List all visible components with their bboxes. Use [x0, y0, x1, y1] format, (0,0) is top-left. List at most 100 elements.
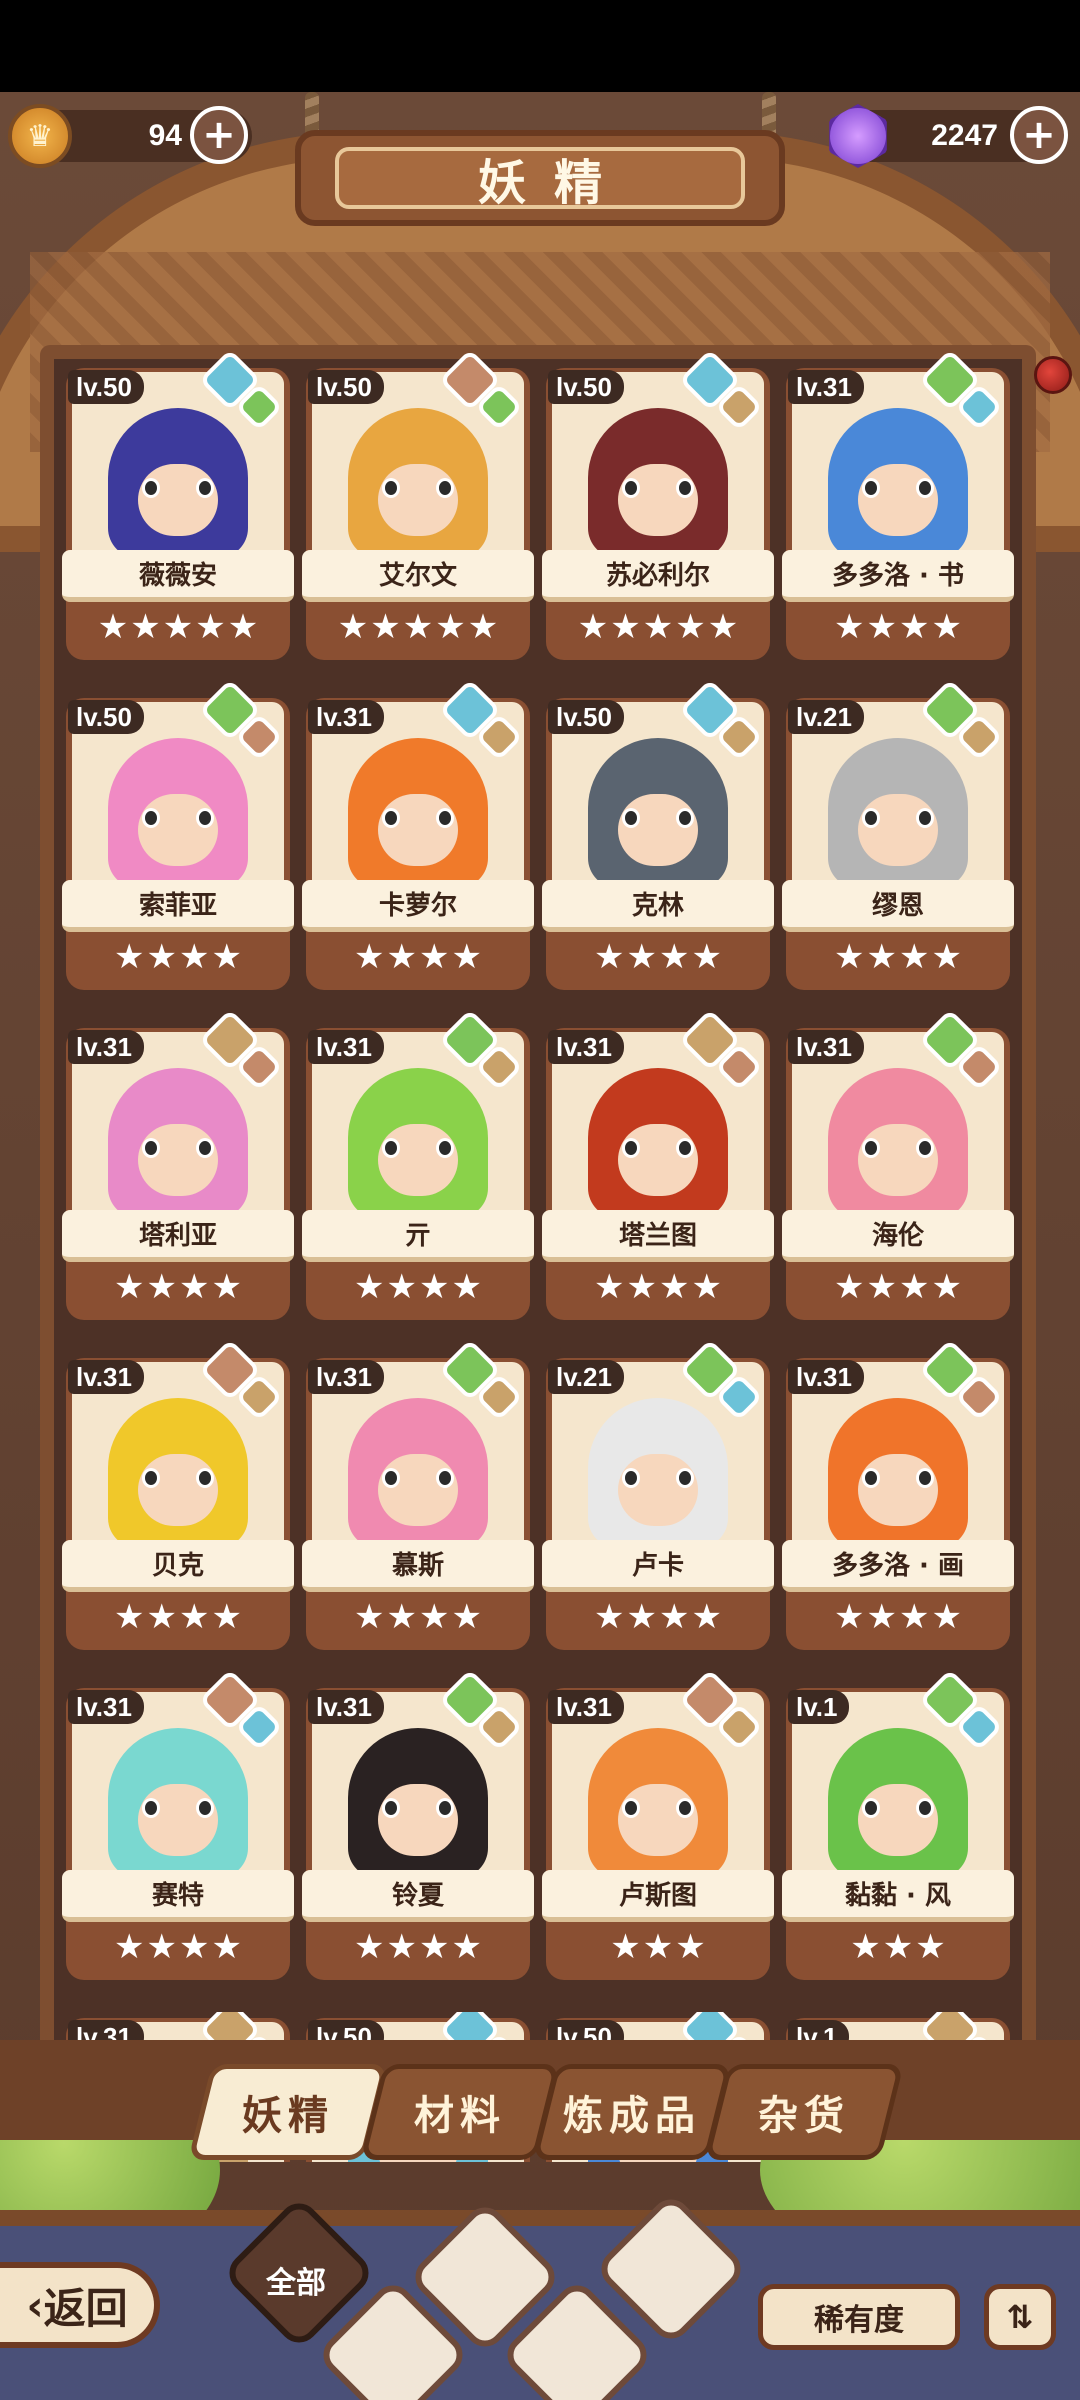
fairy-name: 亓	[302, 1210, 534, 1262]
fairy-face	[378, 1454, 458, 1526]
level-badge: lv.21	[548, 1360, 624, 1394]
level-badge: lv.31	[68, 1690, 144, 1724]
star-icon: ★	[97, 607, 129, 647]
title-sign: 妖精	[295, 130, 785, 226]
fairy-card[interactable]: lv.31 多多洛 · 书 ★ ★ ★ ★	[782, 348, 1014, 662]
fairy-name: 薇薇安	[62, 550, 294, 602]
star-icon: ★	[402, 607, 434, 647]
fairy-name: 赛特	[62, 1870, 294, 1922]
star-icon: ★	[899, 1267, 930, 1307]
fairy-face	[138, 1454, 218, 1526]
star-icon: ★	[594, 1267, 625, 1307]
star-icon: ★	[834, 1267, 865, 1307]
tab-materials-label: 材料	[414, 2093, 506, 2139]
star-rating: ★ ★ ★ ★	[796, 606, 1000, 648]
star-icon: ★	[931, 607, 962, 647]
add-gem-button[interactable]: +	[1010, 106, 1068, 164]
fairy-card[interactable]: lv.50 薇薇安 ★ ★ ★ ★ ★	[62, 348, 294, 662]
star-icon: ★	[146, 1597, 177, 1637]
star-icon: ★	[419, 1927, 450, 1967]
sort-order-icon[interactable]: ⇅	[984, 2284, 1056, 2350]
star-rating: ★ ★ ★ ★	[76, 1926, 280, 1968]
fairy-portrait	[828, 1728, 968, 1878]
fairy-card[interactable]: lv.21 缪恩 ★ ★ ★ ★	[782, 678, 1014, 992]
rarity-sort-button[interactable]: 稀有度	[758, 2284, 960, 2350]
star-rating: ★ ★ ★ ★	[316, 1926, 520, 1968]
tab-fairy[interactable]: 妖精	[188, 2064, 388, 2160]
fairy-card[interactable]: lv.50 克林 ★ ★ ★ ★	[542, 678, 774, 992]
level-badge: lv.50	[548, 700, 624, 734]
level-badge: lv.31	[308, 700, 384, 734]
add-coin-button[interactable]: +	[190, 106, 248, 164]
fairy-card[interactable]: lv.1 黏黏 · 风 ★ ★ ★	[782, 1668, 1014, 1982]
tab-materials[interactable]: 材料	[360, 2064, 560, 2160]
fairy-eyes	[382, 1138, 454, 1158]
fairy-card[interactable]: lv.31 贝克 ★ ★ ★ ★	[62, 1338, 294, 1652]
star-icon: ★	[707, 607, 739, 647]
star-rating: ★ ★ ★ ★	[796, 1596, 1000, 1638]
fairy-card[interactable]: lv.21 卢卡 ★ ★ ★ ★	[542, 1338, 774, 1652]
fairy-card[interactable]: lv.50 苏必利尔 ★ ★ ★ ★ ★	[542, 348, 774, 662]
star-icon: ★	[419, 1267, 450, 1307]
fairy-card[interactable]: lv.31 慕斯 ★ ★ ★ ★	[302, 1338, 534, 1652]
star-icon: ★	[610, 607, 641, 647]
fairy-name: 慕斯	[302, 1540, 534, 1592]
star-rating: ★ ★ ★ ★	[796, 1266, 1000, 1308]
fairy-eyes	[622, 808, 694, 828]
fairy-eyes	[142, 1798, 214, 1818]
star-icon: ★	[146, 1927, 177, 1967]
fairy-face	[858, 1124, 938, 1196]
fairy-card[interactable]: lv.50 艾尔文 ★ ★ ★ ★ ★	[302, 348, 534, 662]
star-icon: ★	[866, 1267, 897, 1307]
star-icon: ★	[626, 1267, 657, 1307]
star-icon: ★	[195, 607, 226, 647]
level-badge: lv.50	[68, 700, 144, 734]
level-badge: lv.31	[308, 1030, 384, 1064]
status-bar	[0, 0, 1080, 92]
fairy-face	[858, 1784, 938, 1856]
fairy-card[interactable]: lv.31 卢斯图 ★ ★ ★	[542, 1668, 774, 1982]
star-icon: ★	[642, 1927, 674, 1967]
star-icon: ★	[146, 937, 177, 977]
back-label: 返回	[43, 2283, 128, 2333]
star-rating: ★ ★ ★ ★	[316, 936, 520, 978]
fairy-face	[138, 1784, 218, 1856]
star-icon: ★	[114, 1597, 145, 1637]
fairy-card[interactable]: lv.50 索菲亚 ★ ★ ★ ★	[62, 678, 294, 992]
tab-goods[interactable]: 杂货	[704, 2064, 904, 2160]
fairy-card[interactable]: lv.31 塔兰图 ★ ★ ★ ★	[542, 1008, 774, 1322]
fairy-name: 海伦	[782, 1210, 1014, 1262]
fairy-name: 多多洛 · 画	[782, 1540, 1014, 1592]
level-badge: lv.31	[788, 1360, 864, 1394]
back-button[interactable]: ‹ 返回	[0, 2262, 160, 2348]
star-icon: ★	[114, 937, 145, 977]
star-icon: ★	[834, 937, 865, 977]
fairy-card[interactable]: lv.31 卡萝尔 ★ ★ ★ ★	[302, 678, 534, 992]
level-badge: lv.50	[308, 370, 384, 404]
fairy-card[interactable]: lv.31 赛特 ★ ★ ★ ★	[62, 1668, 294, 1982]
fairy-face	[858, 794, 938, 866]
star-icon: ★	[899, 1597, 930, 1637]
level-badge: lv.31	[548, 1690, 624, 1724]
fairy-card[interactable]: lv.31 多多洛 · 画 ★ ★ ★ ★	[782, 1338, 1014, 1652]
star-icon: ★	[931, 937, 962, 977]
star-icon: ★	[659, 1267, 690, 1307]
star-icon: ★	[354, 937, 385, 977]
fairy-card[interactable]: lv.31 海伦 ★ ★ ★ ★	[782, 1008, 1014, 1322]
tab-crafted[interactable]: 炼成品	[532, 2064, 732, 2160]
fairy-face	[858, 464, 938, 536]
fairy-eyes	[622, 1468, 694, 1488]
star-rating: ★ ★ ★ ★	[796, 936, 1000, 978]
star-icon: ★	[386, 1927, 417, 1967]
fairy-card[interactable]: lv.31 铃夏 ★ ★ ★ ★	[302, 1668, 534, 1982]
fairy-card[interactable]: lv.31 塔利亚 ★ ★ ★ ★	[62, 1008, 294, 1322]
fairy-card[interactable]: lv.31 亓 ★ ★ ★ ★	[302, 1008, 534, 1322]
star-icon: ★	[354, 1927, 385, 1967]
star-rating: ★ ★ ★ ★ ★	[76, 606, 280, 648]
level-badge: lv.1	[788, 1690, 850, 1724]
page-title: 妖精	[335, 147, 745, 211]
fairy-name: 黏黏 · 风	[782, 1870, 1014, 1922]
board-pin-icon	[1034, 356, 1072, 394]
fairy-portrait	[348, 738, 488, 888]
fairy-eyes	[862, 478, 934, 498]
